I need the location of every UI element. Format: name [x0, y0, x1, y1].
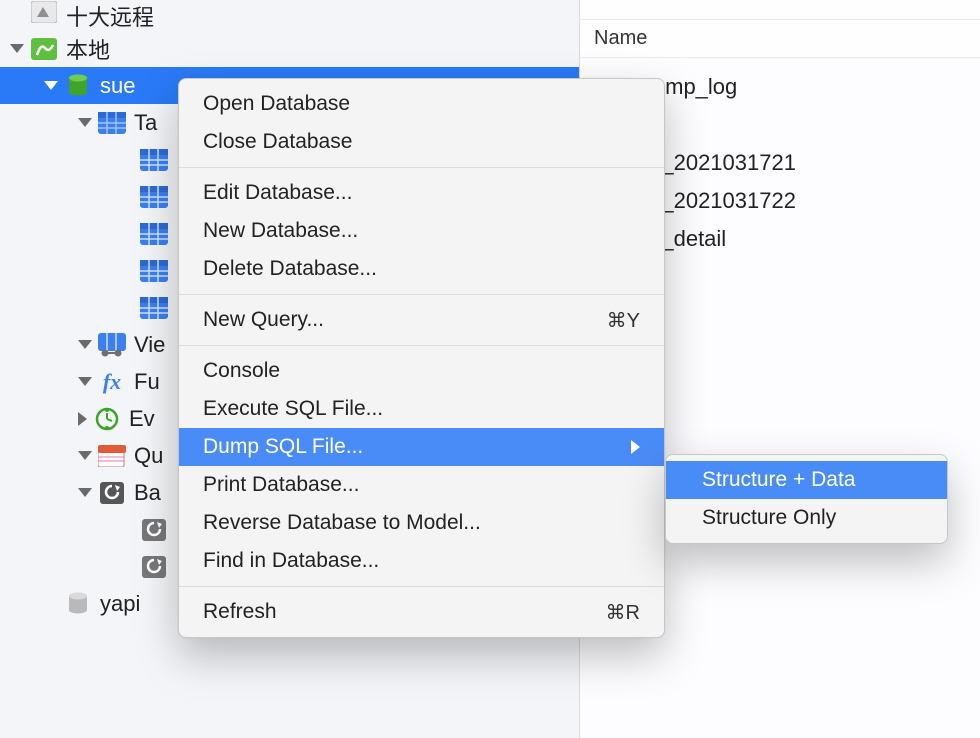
- menu-separator: [179, 167, 664, 168]
- submenu-arrow-icon: [631, 440, 640, 454]
- menu-console[interactable]: Console: [179, 352, 664, 390]
- shortcut-label: ⌘R: [606, 600, 640, 625]
- menu-separator: [179, 294, 664, 295]
- table-icon: [140, 148, 168, 172]
- connection-icon: [30, 0, 58, 24]
- menu-open-database[interactable]: Open Database: [179, 85, 664, 123]
- menu-delete-database[interactable]: Delete Database...: [179, 250, 664, 288]
- spacer: [44, 597, 58, 611]
- expand-icon[interactable]: [78, 377, 92, 386]
- column-header-name[interactable]: Name: [580, 20, 980, 58]
- menu-reverse-database[interactable]: Reverse Database to Model...: [179, 504, 664, 542]
- tree-label: Fu: [134, 369, 160, 395]
- menu-edit-database[interactable]: Edit Database...: [179, 174, 664, 212]
- functions-icon: fx: [98, 370, 126, 394]
- menu-refresh[interactable]: Refresh⌘R: [179, 593, 664, 631]
- expand-icon[interactable]: [78, 488, 92, 497]
- menu-separator: [179, 586, 664, 587]
- column-header-label: Name: [594, 27, 647, 50]
- connection-icon: [30, 37, 58, 61]
- tree-label: Ta: [134, 110, 157, 136]
- submenu-structure-only[interactable]: Structure Only: [666, 499, 947, 537]
- tree-label: Vie: [134, 332, 165, 358]
- expand-icon[interactable]: [78, 451, 92, 460]
- events-icon: [93, 407, 121, 431]
- tree-label: Qu: [134, 443, 163, 469]
- menu-new-query[interactable]: New Query...⌘Y: [179, 301, 664, 339]
- expand-icon[interactable]: [10, 44, 24, 53]
- tree-label: Ev: [129, 406, 155, 432]
- backup-icon: [140, 518, 168, 542]
- menu-find-in-database[interactable]: Find in Database...: [179, 542, 664, 580]
- expand-icon[interactable]: [78, 412, 87, 426]
- table-icon: [140, 222, 168, 246]
- tree-item-local[interactable]: 本地: [0, 30, 579, 67]
- table-icon: [140, 296, 168, 320]
- tree-label: Ba: [134, 480, 161, 506]
- views-icon: [98, 333, 126, 357]
- database-icon: [64, 592, 92, 616]
- spacer: [10, 0, 24, 14]
- tables-folder-icon: [98, 111, 126, 135]
- backup-icon: [140, 555, 168, 579]
- menu-close-database[interactable]: Close Database: [179, 123, 664, 161]
- table-icon: [140, 185, 168, 209]
- expand-icon[interactable]: [44, 81, 58, 90]
- right-toolbar: [580, 0, 980, 20]
- table-icon: [140, 259, 168, 283]
- shortcut-label: ⌘Y: [607, 308, 640, 333]
- tree-item-remote[interactable]: 十大远程: [0, 0, 579, 30]
- submenu-dump-sql: Structure + Data Structure Only: [665, 454, 948, 544]
- submenu-structure-data[interactable]: Structure + Data: [666, 461, 947, 499]
- tree-label: sue: [100, 73, 135, 99]
- menu-new-database[interactable]: New Database...: [179, 212, 664, 250]
- tree-label: 十大远程: [66, 0, 154, 30]
- menu-print-database[interactable]: Print Database...: [179, 466, 664, 504]
- tree-label: 本地: [66, 33, 110, 65]
- expand-icon[interactable]: [78, 118, 92, 127]
- backups-icon: [98, 481, 126, 505]
- menu-separator: [179, 345, 664, 346]
- context-menu: Open Database Close Database Edit Databa…: [178, 78, 665, 638]
- tree-label: yapi: [100, 591, 140, 617]
- menu-dump-sql[interactable]: Dump SQL File...: [179, 428, 664, 466]
- database-icon: [64, 74, 92, 98]
- menu-execute-sql[interactable]: Execute SQL File...: [179, 390, 664, 428]
- queries-icon: [98, 444, 126, 468]
- expand-icon[interactable]: [78, 340, 92, 349]
